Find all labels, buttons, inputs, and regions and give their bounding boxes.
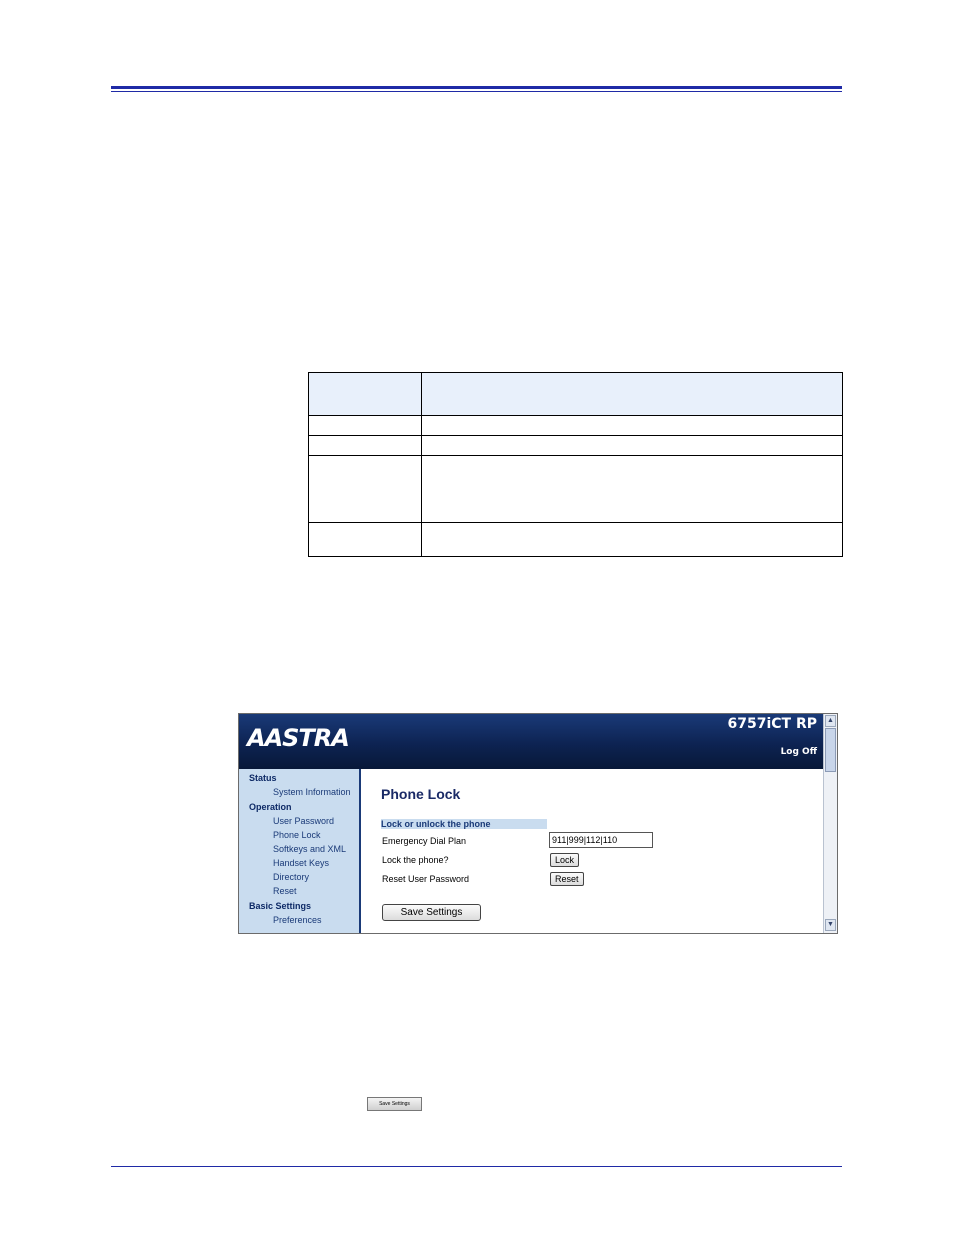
nav-item-preferences[interactable]: Preferences [273,915,322,925]
table-cell [308,522,422,557]
save-settings-button[interactable]: Save Settings [382,904,481,921]
table-cell [308,435,422,456]
lock-button[interactable]: Lock [550,853,580,867]
emergency-dial-plan-input[interactable] [549,832,653,848]
nav-item-softkeys-xml[interactable]: Softkeys and XML [273,844,346,854]
main-panel: Phone Lock Lock or unlock the phone Emer… [361,769,823,933]
emergency-dial-plan-label: Emergency Dial Plan [382,836,467,846]
reset-button[interactable]: Reset [550,872,584,886]
nav-item-user-password[interactable]: User Password [273,816,334,826]
table-cell [421,522,843,557]
shot-header: AASTRA 6757iCT RP Log Off [239,714,823,769]
nav-section-operation[interactable]: Operation [249,802,292,812]
aastra-logo: AASTRA [247,724,350,752]
header-rule [111,86,842,89]
table-row [308,435,843,456]
nav-item-handset-keys[interactable]: Handset Keys [273,858,329,868]
table-row [308,415,843,436]
nav-section-status[interactable]: Status [249,773,277,783]
table-header-row [308,372,843,416]
scroll-thumb[interactable] [825,728,836,772]
nav-item-system-information[interactable]: System Information [273,787,351,797]
table-cell [308,415,422,436]
nav-item-phone-lock[interactable]: Phone Lock [273,830,321,840]
table-cell [421,455,843,523]
section-header: Lock or unlock the phone [381,819,547,829]
sidebar: Status System Information Operation User… [239,769,361,933]
parameter-table [308,372,843,557]
table-cell [421,435,843,456]
reset-password-label: Reset User Password [382,874,470,884]
model-name: 6757iCT RP [727,716,817,732]
table-row [308,522,843,557]
inline-save-settings-button: Save Settings [367,1097,422,1111]
table-cell [308,455,422,523]
table-cell [421,415,843,436]
lock-phone-label: Lock the phone? [382,855,449,865]
footer-rule [111,1166,842,1167]
logoff-link[interactable]: Log Off [781,747,817,757]
nav-item-directory[interactable]: Directory [273,872,309,882]
table-cell [421,372,843,416]
table-cell [308,372,422,416]
scrollbar[interactable]: ▲ ▼ [823,714,837,933]
scroll-down-icon[interactable]: ▼ [825,919,836,931]
table-row [308,455,843,523]
nav-section-basic-settings[interactable]: Basic Settings [249,901,311,911]
scroll-up-icon[interactable]: ▲ [825,715,836,727]
web-ui-screenshot: AASTRA 6757iCT RP Log Off Status System … [238,713,838,934]
header-rule-thin [111,91,842,92]
nav-item-reset[interactable]: Reset [273,886,297,896]
page-title: Phone Lock [381,786,461,802]
